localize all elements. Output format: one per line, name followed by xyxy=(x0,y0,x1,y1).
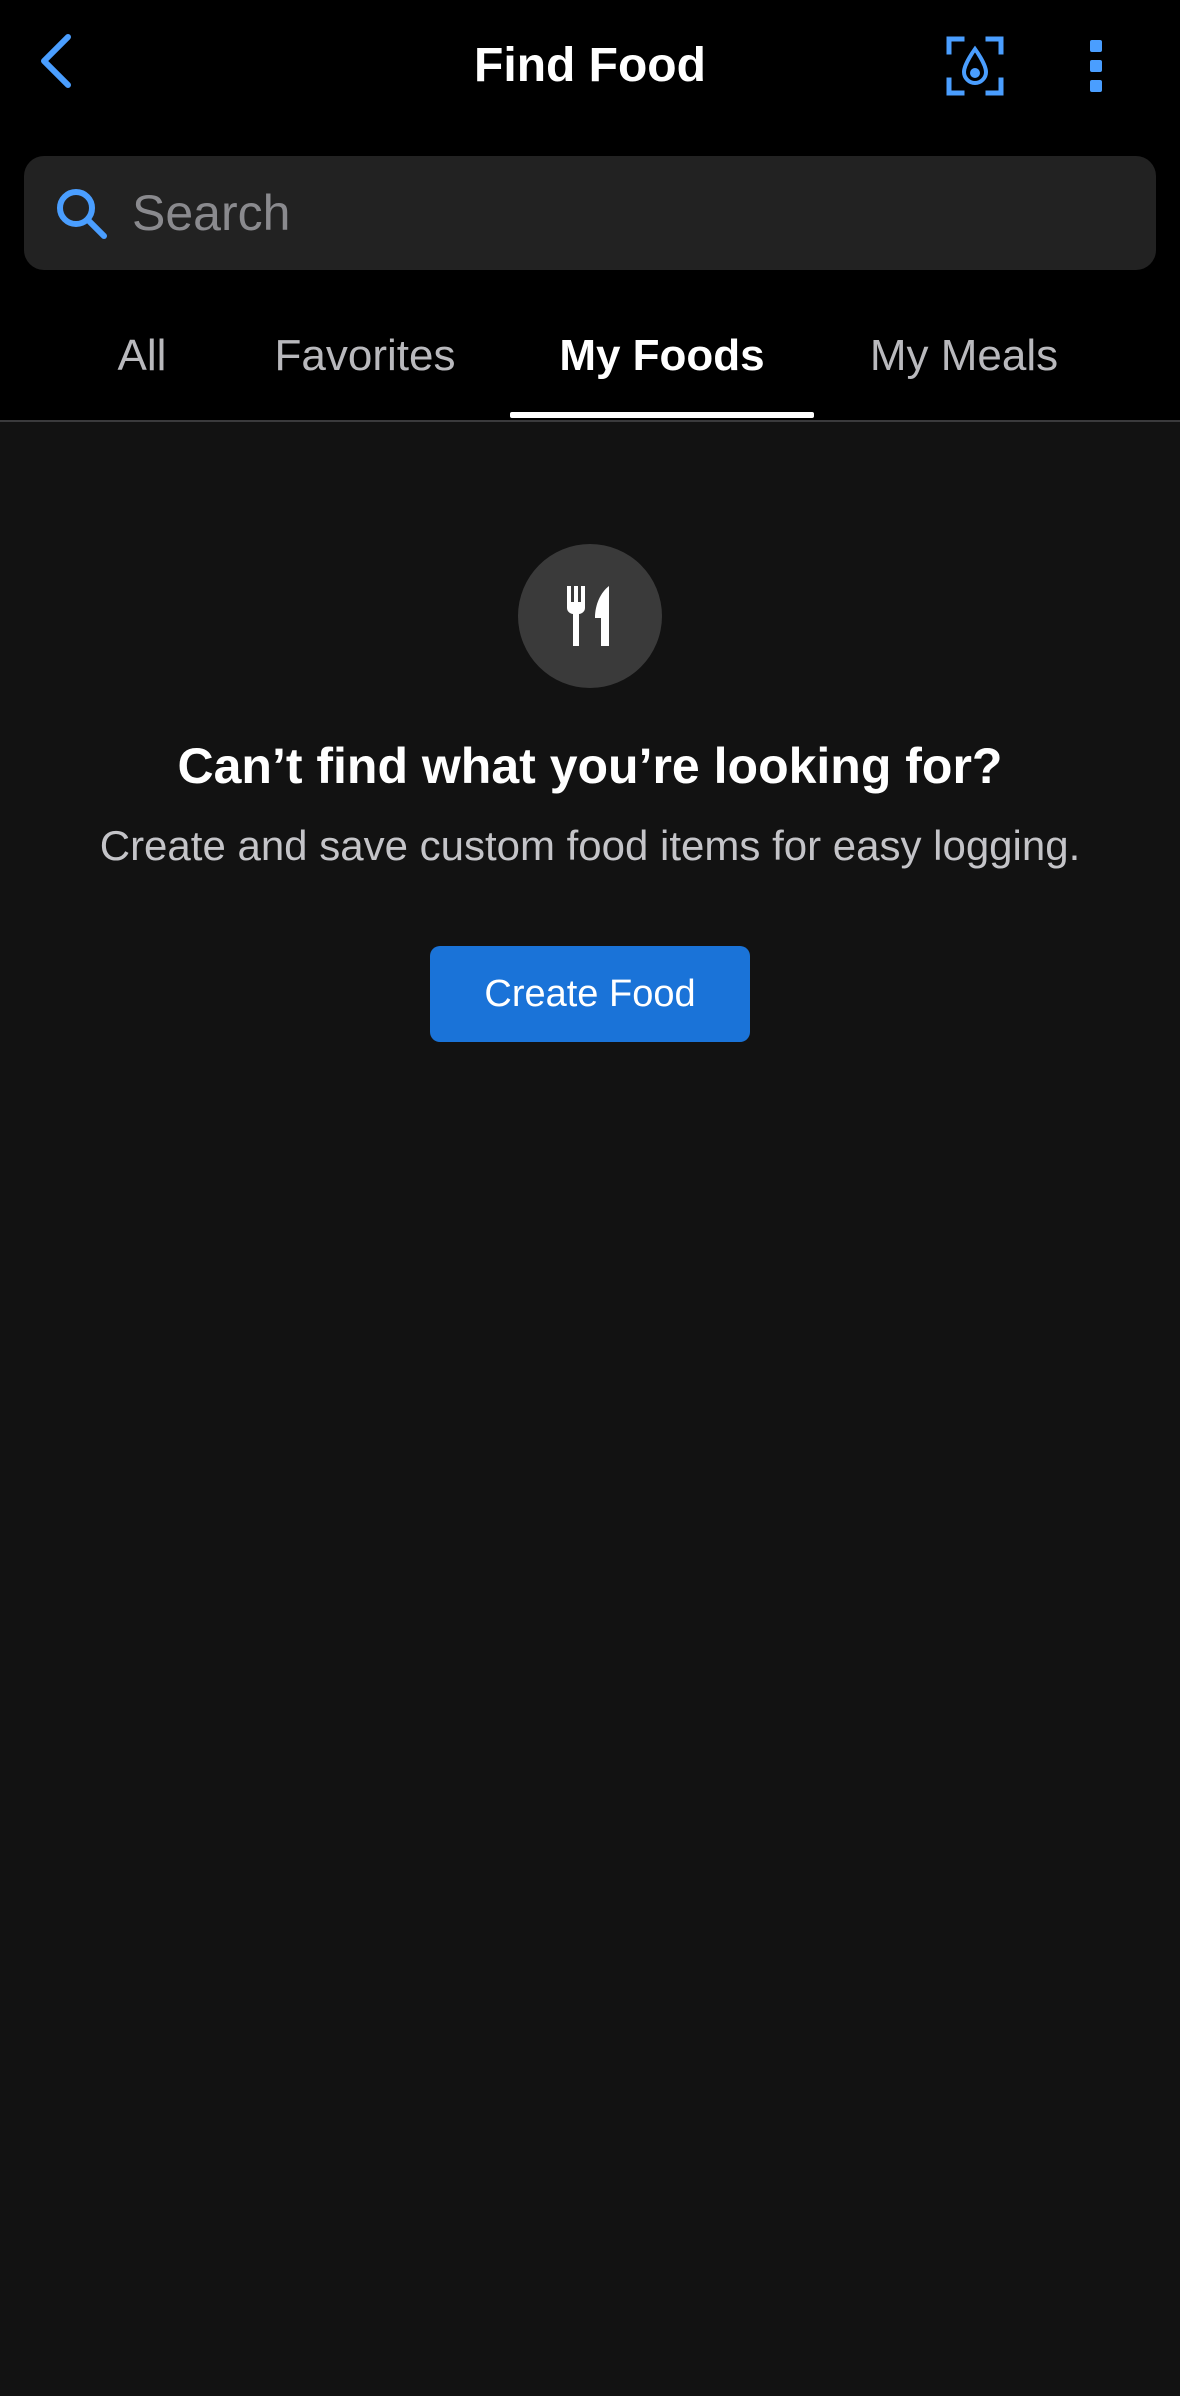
empty-state-title: Can’t find what you’re looking for? xyxy=(177,738,1003,794)
tab-favorites[interactable]: Favorites xyxy=(262,326,468,386)
tabs-divider xyxy=(0,420,1180,422)
search-icon xyxy=(57,189,107,239)
tab-my-meals[interactable]: My Meals xyxy=(856,326,1072,386)
search-input[interactable] xyxy=(132,156,1132,270)
active-tab-indicator xyxy=(510,412,814,418)
empty-state-subtitle: Create and save custom food items for ea… xyxy=(99,822,1081,869)
tab-bar: All Favorites My Foods My Meals xyxy=(0,296,1180,420)
nav-row: Find Food xyxy=(0,0,1180,140)
app: Find Food Search All Favorites My Foods … xyxy=(0,0,1180,2396)
barcode-scan-button[interactable] xyxy=(940,28,1010,104)
more-vertical-icon xyxy=(1090,40,1102,92)
barcode-scan-icon xyxy=(946,36,1004,96)
create-food-button[interactable]: Create Food xyxy=(430,946,750,1042)
search-bar[interactable] xyxy=(24,156,1156,270)
tab-all[interactable]: All xyxy=(100,326,184,386)
top-bar: Find Food Search All Favorites My Foods … xyxy=(0,0,1180,420)
fork-knife-icon xyxy=(567,586,609,646)
empty-state-icon-badge xyxy=(518,544,662,688)
tab-my-foods[interactable]: My Foods xyxy=(510,326,814,386)
more-options-button[interactable] xyxy=(1070,30,1122,102)
